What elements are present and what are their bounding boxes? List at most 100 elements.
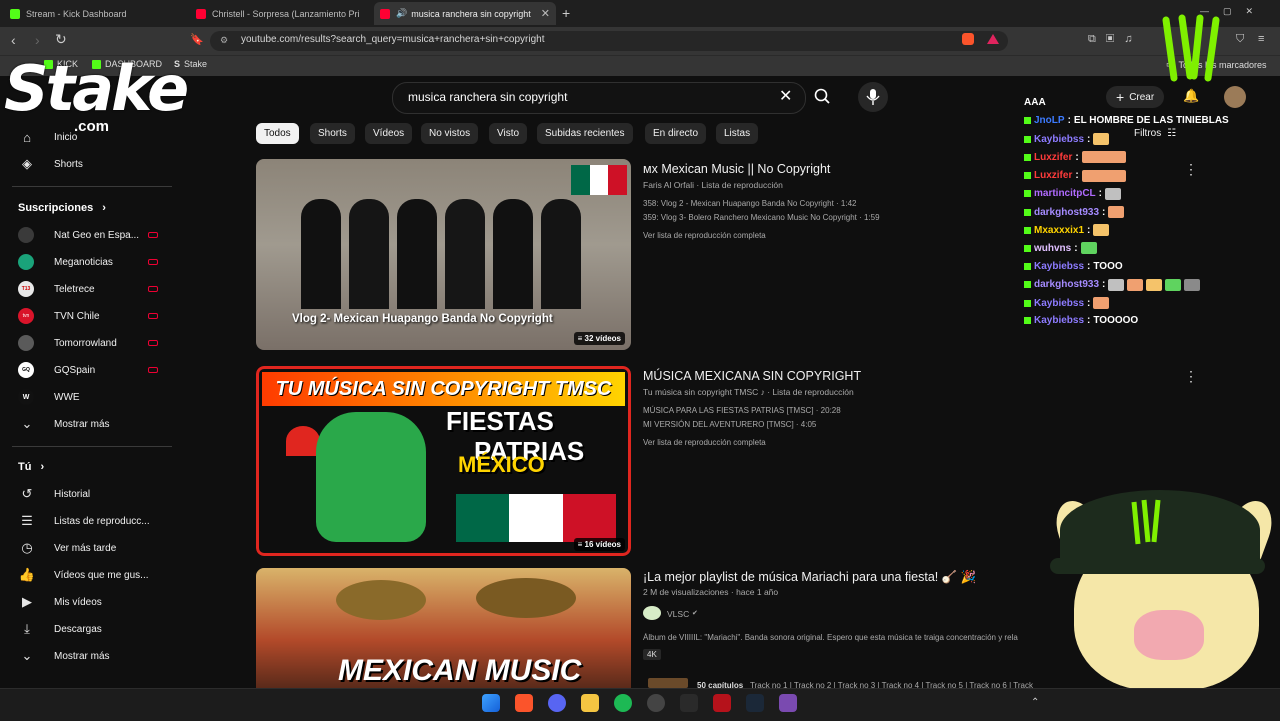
playlist-entry[interactable]: 358: Vlog 2 - Mexican Huapango Banda No … — [643, 199, 856, 208]
chip-todos[interactable]: Todos — [256, 123, 299, 144]
chat-emote-icon — [1081, 169, 1126, 182]
create-button[interactable]: + Crear — [1106, 86, 1165, 108]
create-label: Crear — [1129, 91, 1155, 103]
subscription-item[interactable]: Meganoticias — [18, 252, 158, 272]
sidebar-item-inicio[interactable]: ⌂ Inicio — [18, 126, 77, 148]
brave-rewards-icon[interactable] — [987, 34, 999, 44]
chip-no-vistos[interactable]: No vistos — [421, 123, 479, 144]
show-more-you[interactable]: ⌄ Mostrar más — [18, 645, 110, 667]
app-icon[interactable] — [713, 694, 731, 712]
app-icon[interactable] — [680, 694, 698, 712]
channel-avatar[interactable] — [643, 606, 661, 620]
file-explorer-icon[interactable] — [581, 694, 599, 712]
chat-emote-icon — [1127, 278, 1144, 291]
chip-shorts[interactable]: Shorts — [310, 123, 355, 144]
obs-icon[interactable] — [647, 694, 665, 712]
tab-musica-ranchera[interactable]: 🔊 musica ranchera sin copyright ✕ — [374, 2, 556, 25]
windows-start-icon[interactable] — [482, 694, 500, 712]
subscription-item[interactable]: T13 Teletrece — [18, 279, 158, 299]
filters-button[interactable]: Filtros ☷ — [1134, 128, 1176, 139]
new-tab-button[interactable]: + — [562, 5, 570, 21]
result-thumbnail[interactable]: Vlog 2- Mexican Huapango Banda No Copyri… — [256, 159, 631, 350]
search-button[interactable] — [806, 82, 838, 112]
chip-listas[interactable]: Listas — [716, 123, 759, 144]
chat-text: EL HOMBRE DE LAS TINIEBLAS — [1073, 115, 1229, 126]
chat-username: martincitpCL — [1034, 188, 1096, 200]
subscription-item[interactable]: Tomorrowland — [18, 333, 158, 353]
tab-christell[interactable]: Christell - Sorpresa (Lanzamiento Pri — [190, 2, 372, 25]
chapter-thumbnail[interactable] — [648, 678, 688, 688]
chat-emote-icon — [1108, 278, 1125, 291]
playlist-entry[interactable]: MÚSICA PARA LAS FIESTAS PATRIAS [TMSC] ·… — [643, 406, 841, 415]
chat-message: Kaybiebss: — [1024, 133, 1110, 146]
sidebar-item-liked[interactable]: 👍 Vídeos que me gus... — [18, 564, 149, 586]
steam-icon[interactable] — [746, 694, 764, 712]
result-thumbnail[interactable]: MEXICAN MUSIC — [256, 568, 631, 688]
back-button[interactable]: ‹ — [11, 32, 16, 48]
app-icon[interactable] — [779, 694, 797, 712]
more-options-icon[interactable]: ⋮ — [1184, 161, 1198, 178]
forward-button[interactable]: › — [35, 32, 40, 48]
result-title[interactable]: ᴍx Mexican Music || No Copyright — [643, 162, 830, 176]
close-tab-icon[interactable]: ✕ — [541, 7, 550, 20]
more-options-icon[interactable]: ⋮ — [1184, 368, 1198, 385]
subscription-item[interactable]: Nat Geo en Espa... — [18, 225, 158, 245]
result-thumbnail[interactable]: TU MÚSICA SIN COPYRIGHT TMSC FIESTAS PAT… — [256, 366, 631, 556]
show-more-subscriptions[interactable]: ⌄ Mostrar más — [18, 413, 110, 435]
chat-colon: : — [1074, 242, 1078, 254]
brave-browser-icon[interactable] — [515, 694, 533, 712]
chat-text: TOOOOO — [1093, 315, 1139, 327]
chat-message: Kaybiebss: TOOO — [1024, 261, 1123, 272]
sidebar-item-downloads[interactable]: ⤓ Descargas — [18, 618, 102, 640]
extensions-icons[interactable]: ⧉▣♫ — [1088, 33, 1142, 46]
voice-search-button[interactable] — [858, 82, 888, 112]
badge-text: 32 vídeos — [584, 334, 621, 343]
tab-kick-dashboard[interactable]: Stream - Kick Dashboard — [4, 2, 186, 25]
playlist-entry[interactable]: MI VERSIÓN DEL AVENTURERO [TMSC] · 4:05 — [643, 420, 816, 429]
chat-username: Luxzifer — [1034, 170, 1073, 182]
result-meta[interactable]: Tu música sin copyright TMSC ♪ · Lista d… — [643, 387, 854, 397]
tray-chevron-up-icon[interactable]: ⌃ — [1031, 697, 1039, 708]
spotify-icon[interactable] — [614, 694, 632, 712]
result-title[interactable]: ¡La mejor playlist de música Mariachi pa… — [643, 570, 976, 585]
chat-username: wuhvns — [1034, 242, 1072, 254]
chip-subidas-recientes[interactable]: Subidas recientes — [537, 123, 633, 144]
reload-button[interactable]: ↻ — [55, 31, 67, 48]
vpn-icon[interactable]: ⛉ — [1236, 33, 1244, 46]
subscription-item[interactable]: W WWE — [18, 387, 158, 407]
sidebar-label: Vídeos que me gus... — [54, 569, 149, 581]
url-text[interactable]: youtube.com/results?search_query=musica+… — [241, 34, 545, 45]
notifications-icon[interactable]: 🔔 — [1183, 88, 1199, 104]
sidebar-item-my-videos[interactable]: ▶ Mis vídeos — [18, 591, 102, 613]
discord-icon[interactable] — [548, 694, 566, 712]
chat-emote-icon — [1093, 224, 1110, 237]
live-indicator-icon — [148, 367, 158, 373]
avatar[interactable] — [1224, 86, 1246, 108]
search-input[interactable]: musica ranchera sin copyright — [408, 90, 567, 104]
subscriptions-heading[interactable]: Suscripciones › — [18, 202, 106, 214]
brave-shields-icon[interactable] — [962, 33, 974, 45]
bookmark-icon[interactable]: 🔖 — [190, 33, 204, 46]
view-full-playlist-link[interactable]: Ver lista de reproducción completa — [643, 231, 766, 240]
you-heading[interactable]: Tú › — [18, 461, 44, 473]
chip-videos[interactable]: Vídeos — [365, 123, 413, 144]
menu-icon[interactable]: ≡ — [1258, 33, 1264, 45]
view-full-playlist-link[interactable]: Ver lista de reproducción completa — [643, 438, 766, 447]
sidebar-item-historial[interactable]: ↺ Historial — [18, 483, 91, 505]
sidebar-item-shorts[interactable]: ◈ Shorts — [18, 153, 83, 175]
tab-title: musica ranchera sin copyright — [411, 8, 531, 19]
result-meta[interactable]: Faris Al Orfali · Lista de reproducción — [643, 180, 783, 190]
playlist-count-badge: ≡ 32 vídeos — [573, 332, 625, 345]
sidebar-item-watch-later[interactable]: ◷ Ver más tarde — [18, 537, 116, 559]
subscription-item[interactable]: GQ GQSpain — [18, 360, 158, 380]
chip-en-directo[interactable]: En directo — [645, 123, 707, 144]
site-settings-icon[interactable]: ⚙ — [220, 35, 228, 46]
sidebar-item-playlists[interactable]: ☰ Listas de reproducc... — [18, 510, 149, 532]
monster-logo-icon — [1131, 499, 1161, 545]
chip-visto[interactable]: Visto — [489, 123, 528, 144]
channel-name[interactable]: VLSC — [667, 609, 689, 619]
playlist-entry[interactable]: 359: Vlog 3- Bolero Ranchero Mexicano Mu… — [643, 213, 880, 222]
subscription-item[interactable]: tvn TVN Chile — [18, 306, 158, 326]
result-title[interactable]: MÚSICA MEXICANA SIN COPYRIGHT — [643, 369, 861, 383]
clear-search-icon[interactable]: ✕ — [779, 86, 792, 106]
